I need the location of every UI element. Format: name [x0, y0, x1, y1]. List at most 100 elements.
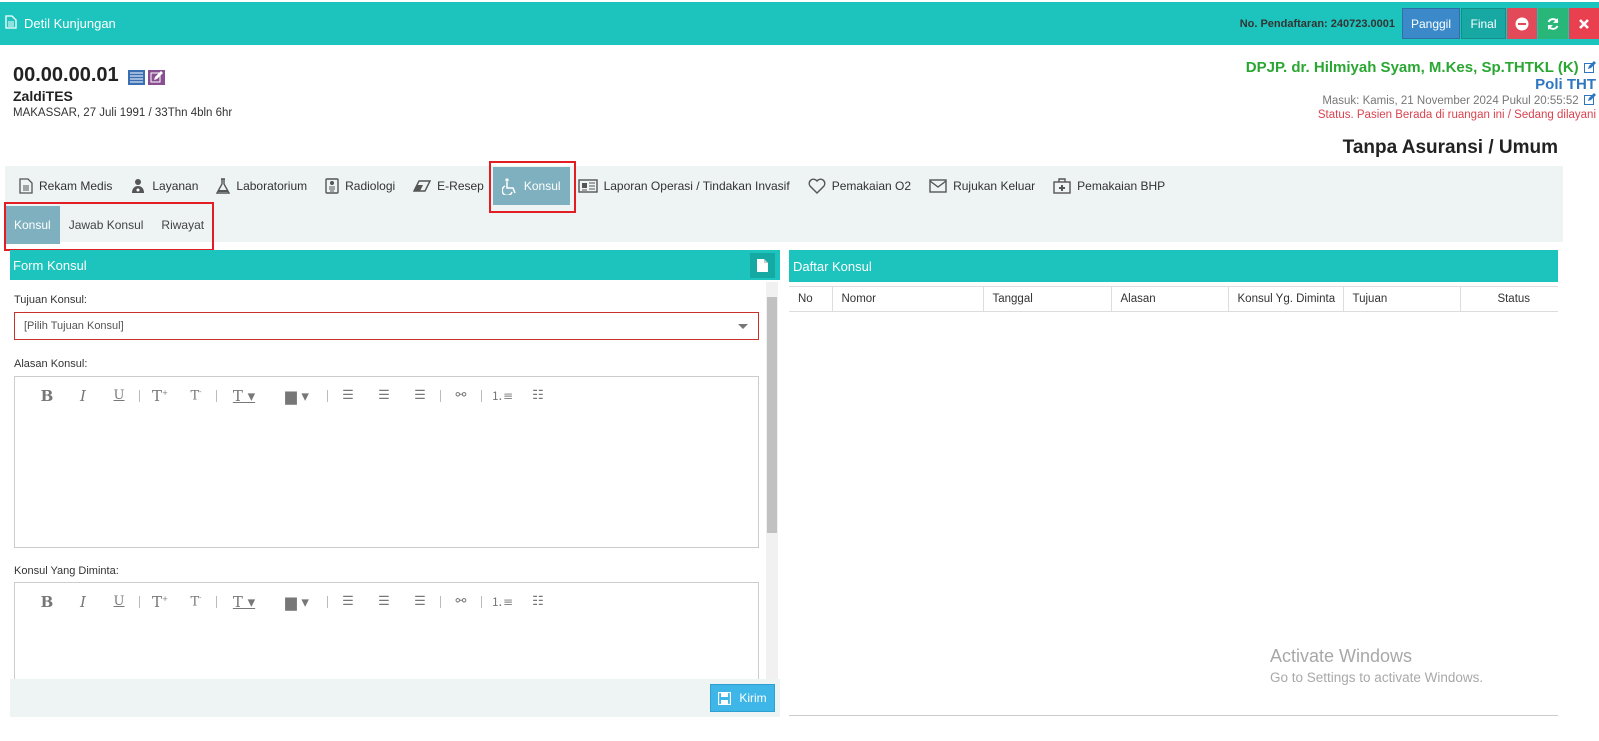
unordered-list-icon[interactable]: ☷ [520, 594, 556, 609]
final-button[interactable]: Final [1461, 8, 1506, 39]
divider [481, 595, 482, 608]
form-scrollbar[interactable] [766, 282, 778, 679]
dpjp-name: DPJP. dr. Hilmiyah Syam, M.Kes, Sp.THTKL… [1245, 59, 1579, 76]
align-right-icon[interactable]: ☰ [402, 388, 438, 403]
patient-name: ZaldiTES [13, 88, 73, 104]
col-nomor: Nomor [832, 286, 984, 312]
insurance-type: Tanpa Asuransi / Umum [1342, 137, 1558, 158]
highlight-color-icon[interactable]: ▆ ▾ [269, 593, 325, 611]
align-center-icon[interactable]: ☰ [366, 388, 402, 403]
refresh-button[interactable] [1538, 8, 1568, 39]
subscript-icon[interactable]: T- [178, 388, 214, 403]
nav-rekam-medis[interactable]: Rekam Medis [10, 166, 121, 206]
font-size-icon[interactable]: T ▾ [219, 387, 269, 405]
divider [481, 389, 482, 402]
document-button[interactable] [750, 253, 775, 278]
page-title: Detil Kunjungan [24, 16, 116, 31]
watermark-subtitle: Go to Settings to activate Windows. [1270, 670, 1484, 685]
form-konsul-panel: Form Konsul Tujuan Konsul: [Pilih Tujuan… [10, 250, 780, 717]
scrollbar-thumb[interactable] [767, 297, 777, 533]
minus-circle-button[interactable] [1507, 8, 1537, 39]
diminta-editor[interactable]: B I U T+ T- T ▾ ▆ ▾ ☰ ☰ ☰ ⚯ ⒈≡ ☷ [14, 582, 759, 679]
underline-icon[interactable]: U [101, 594, 137, 609]
highlight-color-icon[interactable]: ▆ ▾ [269, 387, 325, 405]
minus-circle-icon [1515, 17, 1529, 30]
superscript-icon[interactable]: T+ [142, 593, 178, 611]
align-left-icon[interactable]: ☰ [330, 594, 366, 609]
italic-icon[interactable]: I [65, 387, 101, 405]
nav-label: Radiologi [345, 179, 396, 193]
nav-pemakaian-bhp[interactable]: Pemakaian BHP [1044, 166, 1174, 206]
divider [216, 389, 217, 402]
heart-icon [808, 178, 826, 194]
nav-laporan-operasi[interactable]: Laporan Operasi / Tindakan Invasif [570, 166, 799, 206]
font-size-icon[interactable]: T ▾ [219, 593, 269, 611]
divider [139, 595, 140, 608]
divider [789, 715, 1558, 716]
top-bar: Detil Kunjungan No. Pendaftaran: 240723.… [0, 2, 1599, 45]
ordered-list-icon[interactable]: ⒈≡ [484, 387, 520, 404]
konsul-table: No Nomor Tanggal Alasan Konsul Yg. Dimin… [789, 286, 1558, 312]
tujuan-select[interactable]: [Pilih Tujuan Konsul] [14, 312, 759, 340]
divider [440, 389, 441, 402]
col-tanggal: Tanggal [983, 286, 1112, 312]
nav-laboratorium[interactable]: Laboratorium [207, 166, 316, 206]
nav-label: Pemakaian BHP [1077, 179, 1166, 193]
poli-name: Poli THT [1535, 76, 1596, 93]
divider [440, 595, 441, 608]
nav-label: Rujukan Keluar [953, 179, 1036, 193]
envelope-icon [929, 179, 947, 193]
tujuan-value: [Pilih Tujuan Konsul] [24, 320, 124, 332]
edit-record-icon[interactable] [147, 68, 165, 85]
kirim-button[interactable]: Kirim [710, 684, 775, 712]
save-icon [718, 691, 732, 705]
nav-label: E-Resep [437, 179, 484, 193]
italic-icon[interactable]: I [65, 593, 101, 611]
nav-rujukan-keluar[interactable]: Rujukan Keluar [920, 166, 1044, 206]
nav-layanan[interactable]: Layanan [121, 166, 207, 206]
nav-radiologi[interactable]: Radiologi [316, 166, 404, 206]
nav-label: Laboratorium [236, 179, 308, 193]
panggil-button[interactable]: Panggil [1402, 8, 1460, 39]
registration-number: No. Pendaftaran: 240723.0001 [1239, 17, 1395, 30]
module-nav: Rekam Medis Layanan Laboratorium Radiolo… [5, 166, 1563, 244]
document-icon [5, 15, 17, 32]
bold-icon[interactable]: B [29, 387, 65, 405]
nav-pemakaian-o2[interactable]: Pemakaian O2 [799, 166, 920, 206]
nav-label: Rekam Medis [39, 179, 113, 193]
edit-entry-icon[interactable] [1584, 93, 1596, 105]
editor-toolbar: B I U T+ T- T ▾ ▆ ▾ ☰ ☰ ☰ ⚯ ⒈≡ ☷ [15, 377, 758, 414]
subscript-icon[interactable]: T- [178, 594, 214, 609]
editor-toolbar: B I U T+ T- T ▾ ▆ ▾ ☰ ☰ ☰ ⚯ ⒈≡ ☷ [15, 583, 758, 620]
bold-icon[interactable]: B [29, 593, 65, 611]
close-icon [1579, 18, 1589, 29]
align-left-icon[interactable]: ☰ [330, 388, 366, 403]
list-icon[interactable] [127, 68, 145, 85]
doctor-icon [132, 179, 145, 193]
superscript-icon[interactable]: T+ [142, 387, 178, 405]
edit-dpjp-icon[interactable] [1584, 61, 1596, 73]
flask-icon [216, 178, 231, 194]
link-icon[interactable]: ⚯ [443, 388, 479, 403]
align-center-icon[interactable]: ☰ [366, 594, 402, 609]
refresh-icon [1547, 17, 1559, 30]
nav-e-resep[interactable]: E-Resep [404, 166, 493, 206]
highlight-subtabs [4, 202, 214, 251]
col-tujuan: Tujuan [1343, 286, 1461, 312]
form-header: Form Konsul [10, 250, 780, 280]
tujuan-label: Tujuan Konsul: [14, 294, 87, 306]
col-status: Status [1460, 286, 1558, 312]
ordered-list-icon[interactable]: ⒈≡ [484, 593, 520, 610]
patient-info: 00.00.00.01 ZaldiTES MAKASSAR, 27 Juli 1… [13, 64, 232, 119]
alasan-editor[interactable]: B I U T+ T- T ▾ ▆ ▾ ☰ ☰ ☰ ⚯ ⒈≡ ☷ [14, 376, 759, 548]
eraser-icon [413, 180, 432, 192]
unordered-list-icon[interactable]: ☷ [520, 388, 556, 403]
close-button[interactable] [1569, 8, 1599, 39]
align-right-icon[interactable]: ☰ [402, 594, 438, 609]
underline-icon[interactable]: U [101, 388, 137, 403]
alasan-label: Alasan Konsul: [14, 358, 88, 370]
kirim-label: Kirim [739, 691, 767, 705]
link-icon[interactable]: ⚯ [443, 594, 479, 609]
nav-label: Pemakaian O2 [831, 179, 912, 193]
document-icon [19, 178, 33, 194]
